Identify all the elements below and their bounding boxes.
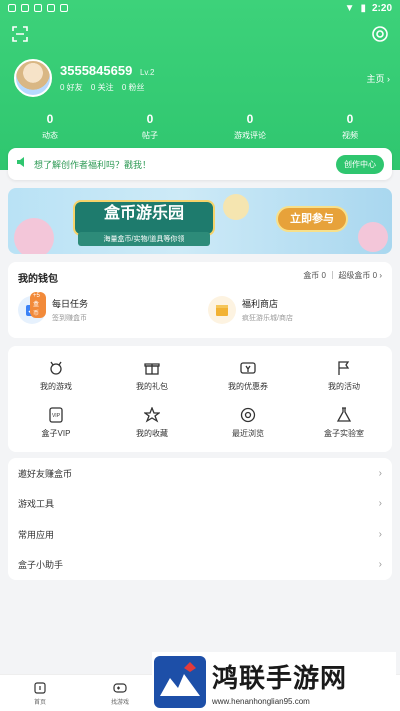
gift-icon <box>144 362 160 375</box>
list-item-common-apps[interactable]: 常用应用 › <box>8 519 392 550</box>
wifi-icon: ▼ <box>344 2 355 14</box>
speaker-icon <box>16 155 28 173</box>
status-icons-right: ▼ ▮ 2:20 <box>345 3 392 14</box>
reward-tag: +5盒币 <box>30 292 46 318</box>
profile-header: ▼ ▮ 2:20 3555845659 Lv.2 0 好友 0 关注 0 粉丝 … <box>0 0 400 170</box>
stat-videos[interactable]: 0 视频 <box>300 112 400 141</box>
tab-find-games[interactable]: 找游戏 <box>80 675 160 711</box>
my-gifts-item[interactable]: 我的礼包 <box>104 352 200 399</box>
my-favorites-item[interactable]: 我的收藏 <box>104 399 200 446</box>
promo-banner[interactable]: 盒币游乐园 海量盒币/实物/道具等你领 立即参与 <box>8 188 392 254</box>
list-item-game-tools[interactable]: 游戏工具 › <box>8 489 392 520</box>
avatar[interactable] <box>14 59 52 97</box>
chevron-right-icon: › <box>378 528 382 540</box>
scan-icon[interactable] <box>10 24 30 44</box>
wallet-coins[interactable]: 盒币 0 ｜ 超级盒币 0 › <box>303 270 382 281</box>
box-vip-item[interactable]: VIP 盒子VIP <box>8 399 104 446</box>
status-time: 2:20 <box>371 2 392 14</box>
list-item-invite-friends[interactable]: 邀好友赚盒币 › <box>8 458 392 489</box>
svg-text:VIP: VIP <box>52 413 61 419</box>
daily-tasks-label: 每日任务 <box>52 299 89 309</box>
watermark-logo <box>154 655 206 708</box>
my-games-item[interactable]: 我的游戏 <box>8 352 104 399</box>
battery-icon: ▮ <box>360 2 366 14</box>
stat-threads[interactable]: 0 帖子 <box>100 112 200 141</box>
username: 3555845659 <box>60 63 133 78</box>
recent-views-item[interactable]: 最近浏览 <box>200 399 296 446</box>
stat-posts-activity[interactable]: 0 动态 <box>0 112 100 141</box>
watermark-url: www.henanhonglian95.com <box>212 696 310 706</box>
status-icons-left <box>8 4 68 12</box>
feature-grid: 我的游戏 我的礼包 我的优惠券 我的活动 VIP 盒子VIP 我的收藏 最近浏览… <box>8 346 392 452</box>
watermark-brand: 鸿联手游网 <box>212 662 348 693</box>
daily-tasks-item[interactable]: +5盒币 每日任务 签到赚盒币 <box>18 292 89 324</box>
notice-text: 想了解创作者福利吗？戳我！ <box>34 159 152 170</box>
chevron-right-icon: › <box>378 559 382 571</box>
creator-center-button[interactable]: 创作中心 <box>336 154 384 174</box>
coupon-icon <box>240 361 256 374</box>
wallet-title: 我的钱包 <box>18 274 58 285</box>
chevron-right-icon: › <box>378 498 382 510</box>
list-item-box-assistant[interactable]: 盒子小助手 › <box>8 550 392 581</box>
wallet-card: 我的钱包 盒币 0 ｜ 超级盒币 0 › +5盒币 每日任务 签到赚盒币 福利商… <box>8 262 392 338</box>
vip-icon: VIP <box>49 406 63 423</box>
creator-notice[interactable]: 想了解创作者福利吗？戳我！ 创作中心 <box>8 148 392 180</box>
box-lab-item[interactable]: 盒子实验室 <box>296 399 392 446</box>
settings-list: 邀好友赚盒币 › 游戏工具 › 常用应用 › 盒子小助手 › <box>8 458 392 580</box>
tab-home[interactable]: 首页 <box>0 675 80 711</box>
banner-subtitle: 海量盒币/实物/道具等你领 <box>78 232 210 246</box>
my-activities-item[interactable]: 我的活动 <box>296 352 392 399</box>
daily-tasks-desc: 签到赚盒币 <box>52 315 87 322</box>
welfare-shop-item[interactable]: 福利商店 疯狂游乐城/商店 <box>208 296 293 324</box>
gamepad-icon <box>113 682 127 693</box>
home-page-link[interactable]: 主页 › <box>367 72 391 85</box>
profile-row[interactable]: 3555845659 Lv.2 0 好友 0 关注 0 粉丝 主页 › <box>14 58 390 98</box>
gamepad-icon <box>50 361 62 375</box>
friends-count[interactable]: 0 好友 <box>60 83 83 92</box>
chevron-right-icon: › <box>378 467 382 479</box>
welfare-shop-label: 福利商店 <box>242 299 279 309</box>
calendar-check-icon: +5盒币 <box>18 292 46 324</box>
level-badge: Lv.2 <box>139 68 155 77</box>
fans-count[interactable]: 0 粉丝 <box>122 83 145 92</box>
home-icon <box>34 681 46 694</box>
watermark: 鸿联手游网 www.henanhonglian95.com <box>152 652 396 711</box>
join-now-button[interactable]: 立即参与 <box>276 206 348 232</box>
welfare-shop-desc: 疯狂游乐城/商店 <box>242 315 293 322</box>
stats-row: 0 动态 0 帖子 0 游戏评论 0 视频 <box>0 112 400 141</box>
following-count[interactable]: 0 关注 <box>91 83 114 92</box>
shop-icon <box>208 296 236 324</box>
my-coupons-item[interactable]: 我的优惠券 <box>200 352 296 399</box>
flag-icon <box>338 360 350 375</box>
star-icon <box>144 406 160 423</box>
status-bar: ▼ ▮ 2:20 <box>0 0 400 16</box>
banner-title: 盒币游乐园 <box>73 200 215 236</box>
settings-gear-icon[interactable] <box>370 24 390 44</box>
stat-game-reviews[interactable]: 0 游戏评论 <box>200 112 300 141</box>
flask-icon <box>336 406 352 422</box>
eye-icon <box>240 407 256 422</box>
